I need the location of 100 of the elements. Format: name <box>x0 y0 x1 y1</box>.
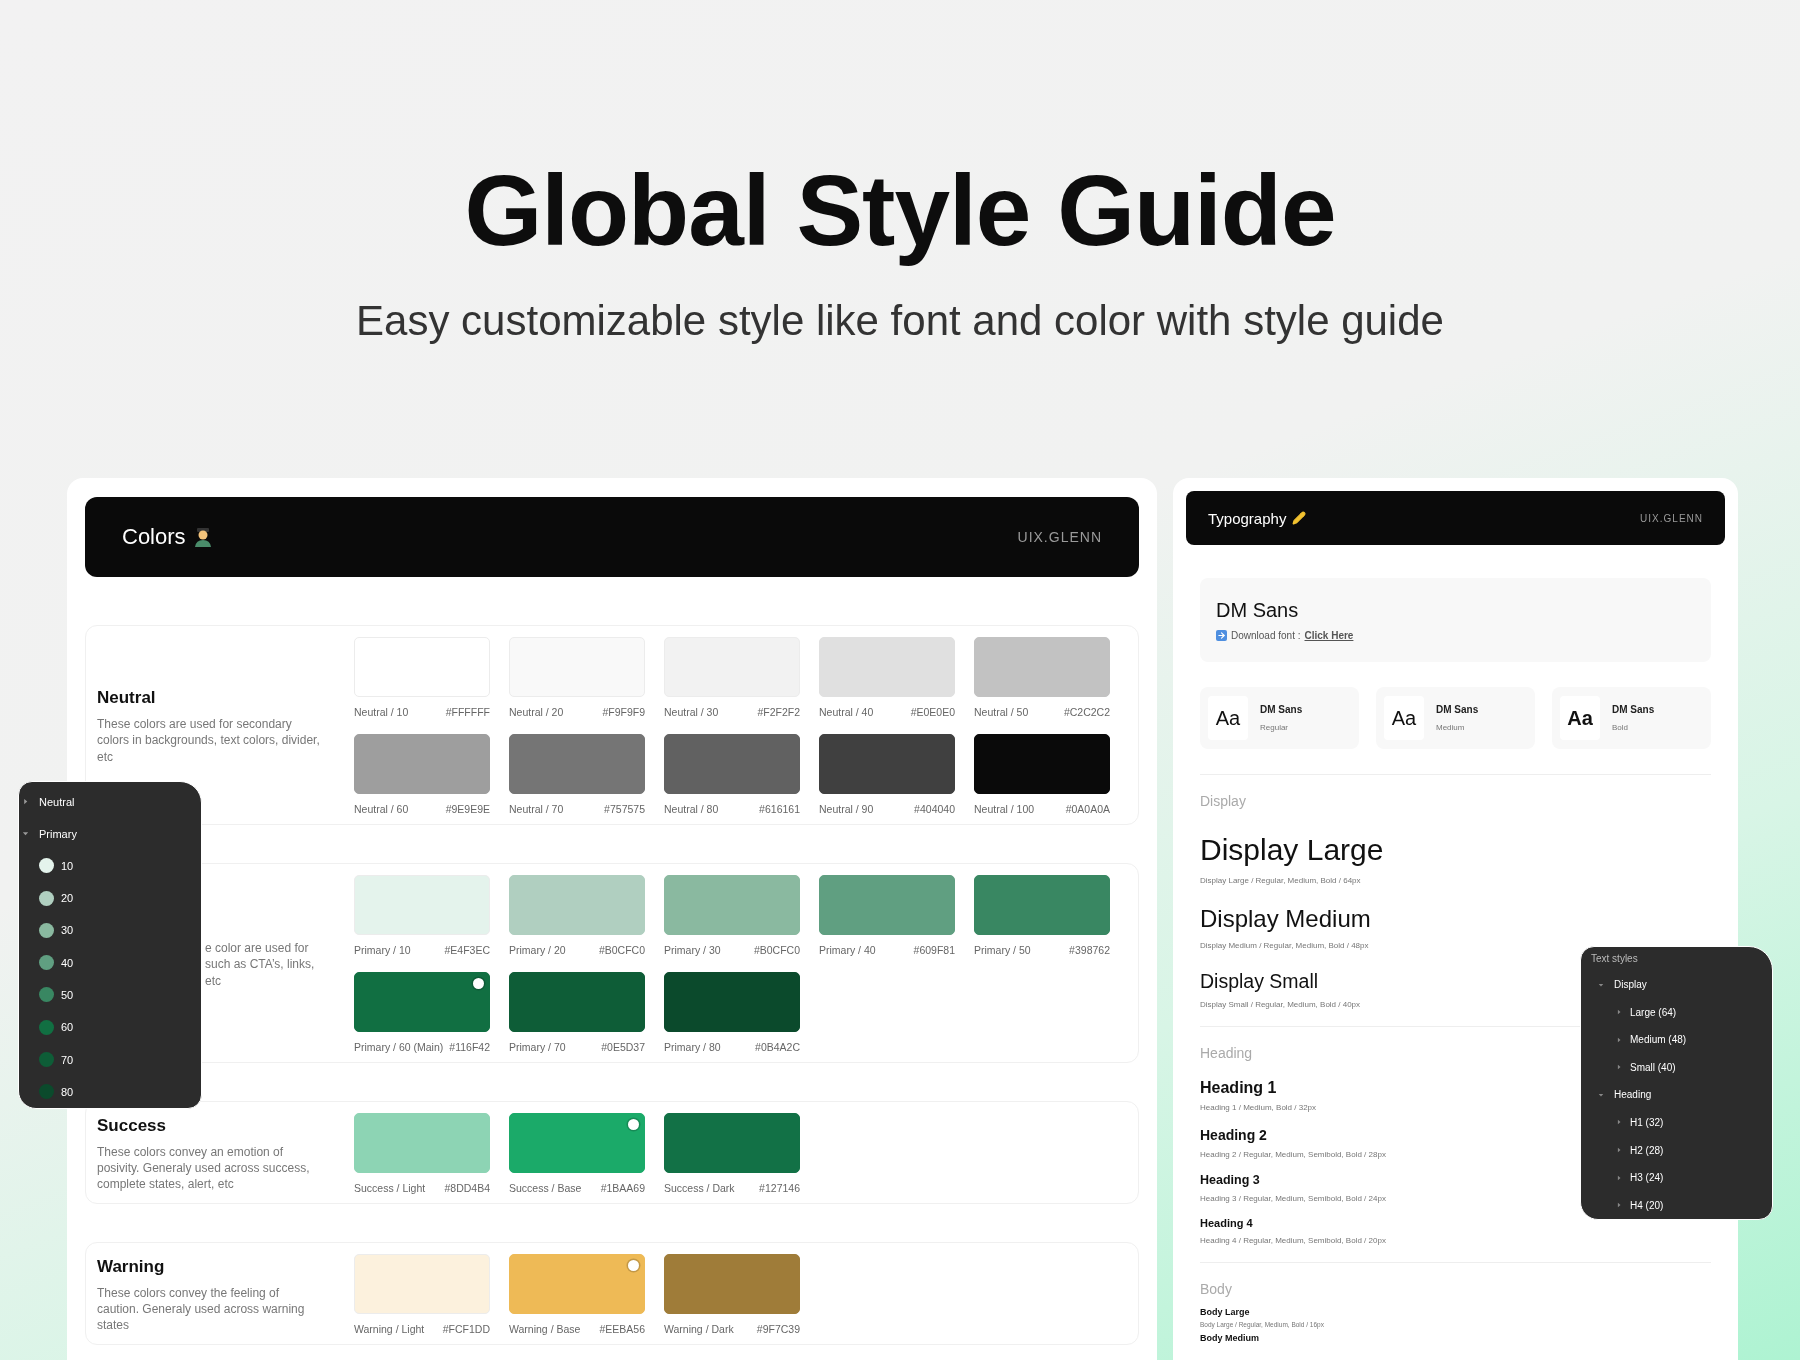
swatch-name: Neutral / 10 <box>354 705 409 719</box>
swatch-hex: #F9F9F9 <box>602 705 645 719</box>
pencil-icon <box>1292 511 1307 525</box>
group-title: Success <box>97 1115 167 1136</box>
caret-icon[interactable] <box>1598 981 1604 988</box>
swatch-name: Success / Dark <box>664 1181 735 1195</box>
color-swatch[interactable] <box>509 734 645 794</box>
color-swatch[interactable] <box>819 875 955 935</box>
style-item-label[interactable]: Large (64) <box>1630 1006 1677 1018</box>
text-style-spec: Heading 2 / Regular, Medium, Semibold, Bold / 28px <box>1200 1150 1386 1161</box>
caret-icon[interactable] <box>1616 1009 1622 1016</box>
swatch-name: Primary / 60 (Main) <box>354 1040 444 1054</box>
font-weight-label: Medium <box>1436 723 1466 732</box>
swatch-name: Success / Base <box>509 1181 582 1195</box>
swatch-hex: #0E5D37 <box>601 1040 645 1054</box>
color-swatch[interactable] <box>509 1113 645 1173</box>
layer-item-label[interactable]: 50 <box>61 988 74 1001</box>
color-swatch[interactable] <box>664 734 800 794</box>
panel-title: Colors <box>122 524 186 550</box>
swatch-name: Neutral / 70 <box>509 802 564 816</box>
layer-group-label[interactable]: Primary <box>39 827 77 840</box>
layer-item-label[interactable]: 70 <box>61 1053 74 1066</box>
layer-group-label[interactable]: Neutral <box>39 795 75 808</box>
download-link[interactable]: Click Here <box>1304 630 1354 641</box>
text-style-sample: Body Medium <box>1200 1333 1259 1345</box>
color-swatch[interactable] <box>354 972 490 1032</box>
group-description: These colors are used for secondary colors in backgrounds, text colors, divider, etc <box>97 716 321 765</box>
text-style-spec: Display Small / Regular, Medium, Bold / 40px <box>1200 1000 1361 1011</box>
layer-item-label[interactable]: 80 <box>61 1085 74 1098</box>
layer-item-label[interactable]: 30 <box>61 924 74 937</box>
color-swatch[interactable] <box>664 972 800 1032</box>
swatch-name: Neutral / 100 <box>974 802 1035 816</box>
swatch-name: Primary / 20 <box>509 943 566 957</box>
style-item-label[interactable]: Small (40) <box>1630 1061 1676 1073</box>
caret-icon[interactable] <box>22 830 29 838</box>
style-item-label[interactable]: H2 (28) <box>1630 1144 1664 1156</box>
color-swatch[interactable] <box>664 875 800 935</box>
swatch-hex: #757575 <box>604 802 645 816</box>
style-item-label[interactable]: Medium (48) <box>1630 1034 1687 1046</box>
swatch-hex: #E0E0E0 <box>910 705 955 719</box>
swatch-hex: #0A0A0A <box>1065 802 1110 816</box>
swatch-name: Primary / 30 <box>664 943 721 957</box>
color-swatch[interactable] <box>664 1113 800 1173</box>
color-swatch[interactable] <box>509 972 645 1032</box>
swatch-name: Neutral / 90 <box>819 802 874 816</box>
caret-icon[interactable] <box>1616 1147 1622 1154</box>
swatch-hex: #E4F3EC <box>444 943 490 957</box>
style-item-label[interactable]: H3 (24) <box>1630 1172 1664 1184</box>
swatch-name: Warning / Dark <box>664 1322 734 1336</box>
section-label: Heading <box>1200 1045 1253 1063</box>
font-sample: Aa <box>1208 696 1248 740</box>
color-swatch[interactable] <box>354 734 490 794</box>
color-swatch[interactable] <box>819 734 955 794</box>
layer-item-label[interactable]: 60 <box>61 1021 74 1034</box>
swatch-hex: #9E9E9E <box>445 802 490 816</box>
text-style-sample: Display Small <box>1200 969 1319 994</box>
text-style-sample: Heading 3 <box>1200 1173 1260 1189</box>
caret-icon[interactable] <box>1616 1036 1622 1043</box>
swatch-hex: #127146 <box>759 1181 800 1195</box>
text-style-sample: Heading 1 <box>1200 1078 1277 1098</box>
swatch-hex: #398762 <box>1069 943 1110 957</box>
text-style-sample: Body Large <box>1200 1307 1250 1319</box>
layer-item-label[interactable]: 10 <box>61 859 74 872</box>
color-swatch[interactable] <box>664 1254 800 1314</box>
swatch-hex: #116F42 <box>449 1040 490 1054</box>
swatch-name: Neutral / 60 <box>354 802 409 816</box>
caret-icon[interactable] <box>1616 1119 1622 1126</box>
swatch-name: Neutral / 20 <box>509 705 564 719</box>
style-group-label[interactable]: Heading <box>1614 1089 1652 1101</box>
text-style-spec: Heading 4 / Regular, Medium, Semibold, Bold / 20px <box>1200 1236 1386 1247</box>
selection-dot <box>473 978 484 989</box>
group-description: These colors convey the feeling of caution. Generaly used across warning states <box>97 1284 306 1334</box>
style-group-label[interactable]: Display <box>1614 979 1647 991</box>
swatch-name: Neutral / 50 <box>974 705 1029 719</box>
layer-item-label[interactable]: 40 <box>61 956 74 969</box>
caret-icon[interactable] <box>1616 1202 1622 1209</box>
caret-icon[interactable] <box>1616 1174 1622 1181</box>
text-style-sample: Display Medium <box>1200 905 1371 934</box>
swatch-name: Neutral / 40 <box>819 705 874 719</box>
swatch-hex: #8DD4B4 <box>444 1181 490 1195</box>
swatch-hex: #FFFFFF <box>445 705 490 719</box>
font-name: DM Sans <box>1260 704 1303 715</box>
text-style-spec: Heading 1 / Medium, Bold / 32px <box>1200 1103 1317 1114</box>
color-swatch[interactable] <box>974 875 1110 935</box>
swatch-hex: #B0CFC0 <box>753 943 800 957</box>
style-item-label[interactable]: H1 (32) <box>1630 1117 1664 1128</box>
text-styles-title: Text styles <box>1591 952 1639 967</box>
caret-icon[interactable] <box>1598 1091 1604 1098</box>
caret-icon[interactable] <box>1616 1064 1622 1071</box>
group-description: e color are used for such as CTA’s, links, etc <box>205 940 316 989</box>
style-item-label[interactable]: H4 (20) <box>1630 1199 1664 1211</box>
text-style-sample: Heading 4 <box>1200 1217 1253 1231</box>
color-swatch[interactable] <box>974 734 1110 794</box>
caret-icon[interactable] <box>22 798 29 806</box>
layer-item-label[interactable]: 20 <box>61 892 74 905</box>
swatch-name: Primary / 50 <box>974 943 1031 957</box>
text-style-spec: Display Medium / Regular, Medium, Bold / 48px <box>1200 940 1369 951</box>
group-title: Warning <box>97 1256 166 1277</box>
swatch-name: Primary / 70 <box>509 1040 566 1054</box>
font-sample: Aa <box>1384 696 1424 740</box>
